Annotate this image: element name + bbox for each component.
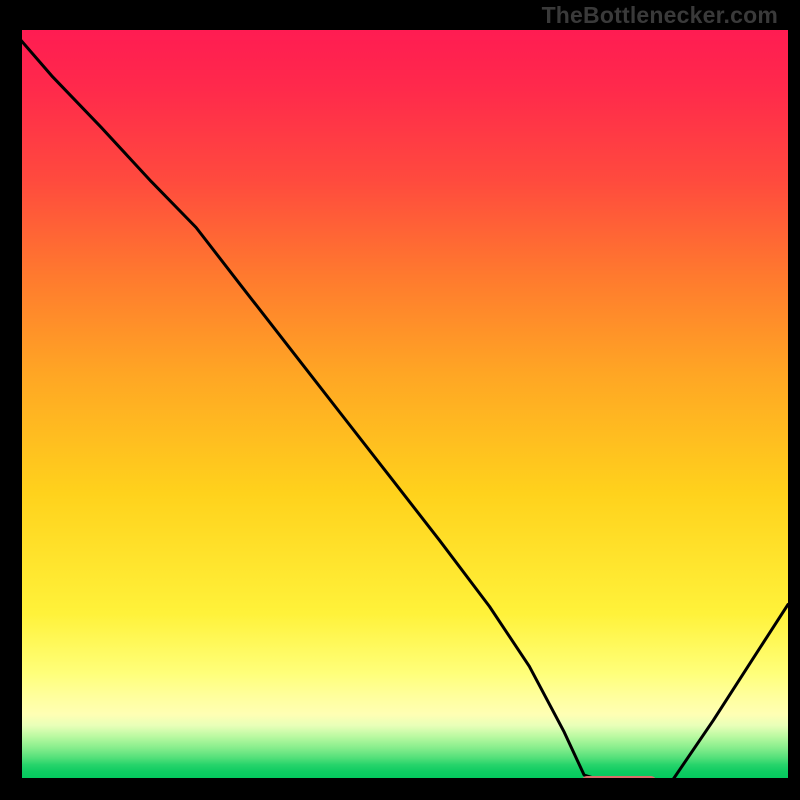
plot-area xyxy=(12,30,788,788)
y-axis xyxy=(12,30,22,788)
x-axis xyxy=(12,778,788,788)
chart-container: TheBottlenecker.com xyxy=(0,0,800,800)
curve-overlay xyxy=(12,30,788,788)
bottleneck-curve xyxy=(12,30,788,786)
source-attribution: TheBottlenecker.com xyxy=(0,2,800,29)
